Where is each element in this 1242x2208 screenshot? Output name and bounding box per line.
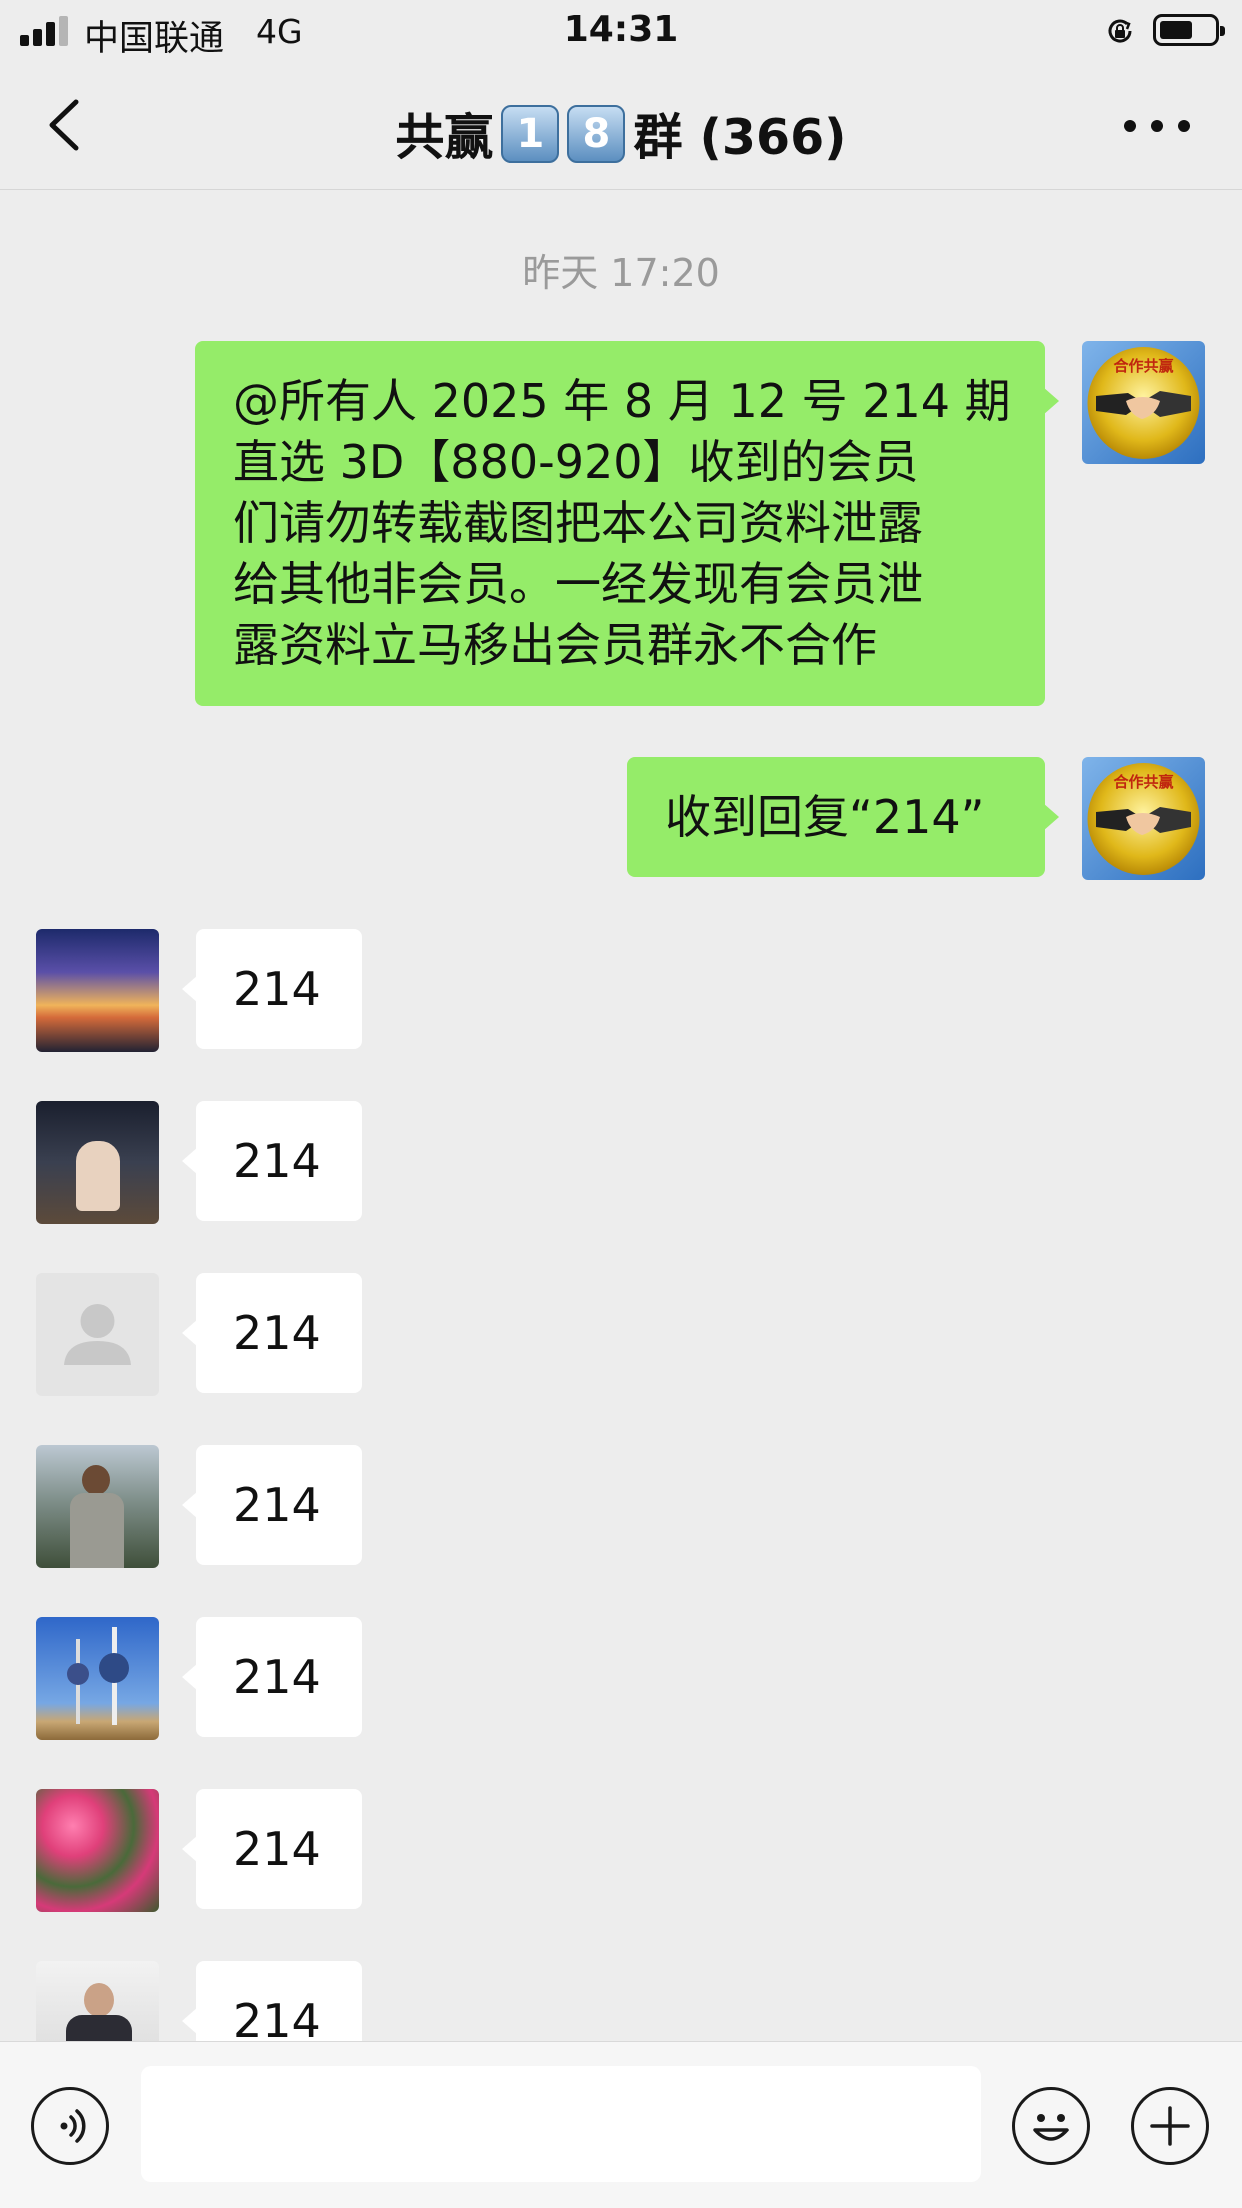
handshake-logo-avatar[interactable]: 合作共赢 (1082, 757, 1205, 880)
outgoing-message[interactable]: 收到回复“214” (627, 757, 1059, 877)
default-user-avatar[interactable] (36, 1273, 159, 1396)
more-dots-icon[interactable] (1124, 116, 1190, 136)
incoming-message[interactable]: 214 (182, 1445, 362, 1565)
chat-header: 共赢 1 8 群 (366) (0, 62, 1242, 190)
user-silhouette-icon (64, 1304, 131, 1365)
family-night-avatar[interactable] (36, 1101, 159, 1224)
message-line: 露资料立马移出会员群永不合作 (233, 618, 877, 672)
chat-title: 共赢 1 8 群 (366) (0, 98, 1242, 169)
outgoing-message[interactable]: @所有人 2025 年 8 月 12 号 214 期 直选 3D【880-920… (195, 341, 1059, 706)
avatar-logo-text: 合作共赢 (1112, 357, 1173, 375)
message-timestamp: 昨天 17:20 (522, 251, 720, 295)
message-input[interactable] (141, 2066, 981, 2182)
emoji-icon[interactable] (1012, 2087, 1090, 2165)
voice-waves-icon (60, 2109, 86, 2143)
plus-sign-icon (1150, 2106, 1190, 2146)
rotation-lock-icon (1108, 19, 1132, 43)
message-line: @所有人 2025 年 8 月 12 号 214 期 (233, 374, 1011, 428)
status-time: 14:31 (563, 9, 679, 50)
incoming-message[interactable]: 214 (182, 1101, 362, 1221)
plus-icon[interactable] (1131, 2087, 1209, 2165)
battery-icon (1153, 14, 1225, 46)
message-line: 给其他非会员。一经发现有会员泄 (233, 557, 923, 611)
chat-title-suffix: 群 (366) (633, 109, 847, 166)
message-line: 们请勿转载截图把本公司资料泄露 (233, 496, 923, 550)
avatar-logo-text: 合作共赢 (1112, 773, 1173, 791)
towers-avatar[interactable] (36, 1617, 159, 1740)
man-outdoor-avatar[interactable] (36, 1445, 159, 1568)
smiley-face-icon (1033, 2114, 1069, 2141)
message-line: 直选 3D【880-920】收到的会员 (233, 435, 919, 489)
sunset-sky-avatar[interactable] (36, 929, 159, 1052)
keycap-one-icon: 1 (501, 104, 560, 163)
pink-flowers-avatar[interactable] (36, 1789, 159, 1912)
handshake-logo-icon: 合作共赢 (1082, 757, 1205, 880)
keycap-eight-icon: 8 (567, 104, 626, 163)
handshake-logo-avatar[interactable]: 合作共赢 (1082, 341, 1205, 464)
status-bar: 中国联通 4G 14:31 (0, 0, 1242, 62)
chat-title-prefix: 共赢 (395, 109, 494, 166)
handshake-logo-icon: 合作共赢 (1082, 341, 1205, 464)
incoming-message[interactable]: 214 (182, 1617, 362, 1737)
incoming-message[interactable]: 214 (182, 1273, 362, 1393)
input-bar (0, 2041, 1242, 2208)
incoming-message[interactable]: 214 (182, 929, 362, 1049)
incoming-message[interactable]: 214 (182, 1789, 362, 1909)
voice-icon[interactable] (31, 2087, 109, 2165)
